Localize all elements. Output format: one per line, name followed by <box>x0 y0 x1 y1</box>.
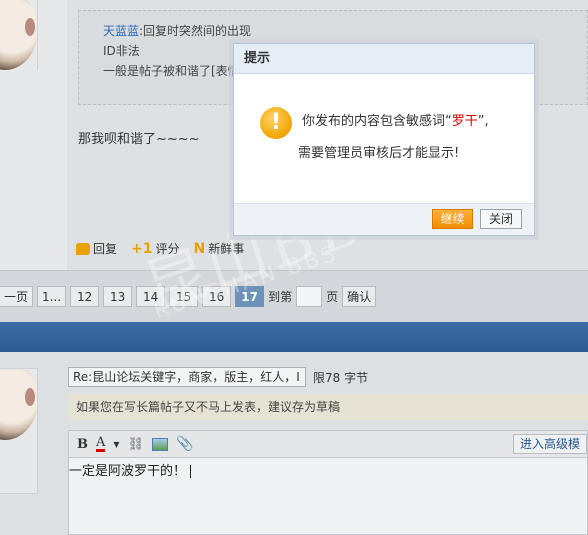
avatar-ear <box>25 388 35 406</box>
page-link[interactable]: 12 <box>70 286 100 307</box>
news-label: 新鲜事 <box>208 242 245 256</box>
sensitive-keyword: 罗干 <box>451 114 478 129</box>
continue-button[interactable]: 继续 <box>432 209 473 229</box>
rate-label: 评分 <box>155 242 180 256</box>
dialog-message-suffix: ”, <box>477 114 489 129</box>
text-caret <box>190 465 192 478</box>
post-editor[interactable]: 一定是阿波罗干的！ <box>68 457 588 535</box>
page-unit-label: 页 <box>326 290 339 304</box>
editor-text: 一定是阿波罗干的！ <box>69 464 187 479</box>
avatar[interactable] <box>0 0 38 70</box>
pagination: 一页 1... 12 13 14 15 16 17 到第 页 确认 <box>0 286 377 307</box>
link-icon[interactable]: ⛓ <box>128 435 145 453</box>
dialog-message-line-1: 你发布的内容包含敏感词“罗干”, <box>302 110 489 129</box>
pagination-bar: 一页 1... 12 13 14 15 16 17 到第 页 确认 <box>0 270 588 322</box>
advanced-mode-button[interactable]: 进入高级模 <box>512 434 587 454</box>
draft-notice: 如果您在写长篇帖子又不马上发表，建议存为草稿 <box>68 394 588 420</box>
dialog-message-line-2: 需要管理员审核后才能显示! <box>298 146 460 161</box>
editor-toolbar: B A ▼ ⛓ 📎 进入高级模 <box>68 430 588 457</box>
avatar-face <box>0 0 37 70</box>
dialog-message-prefix: 你发布的内容包含敏感词“ <box>302 114 452 129</box>
goto-label: 到第 <box>268 290 293 304</box>
chevron-down-icon[interactable]: ▼ <box>113 435 119 453</box>
avatar-ear <box>25 18 35 36</box>
plus-one-icon: +1 <box>131 240 153 257</box>
image-icon[interactable] <box>152 437 169 451</box>
dialog-footer: 继续 关闭 <box>234 203 534 235</box>
reply-label: 回复 <box>93 242 118 256</box>
avatar[interactable] <box>0 370 38 440</box>
page-first-link[interactable]: 1... <box>37 286 67 307</box>
page-link[interactable]: 14 <box>136 286 166 307</box>
sensitive-word-dialog: 提示 ! 你发布的内容包含敏感词“罗干”, 需要管理员审核后才能显示! 继续 关… <box>233 43 535 236</box>
font-color-button[interactable]: A <box>96 435 106 452</box>
goto-page-input[interactable] <box>296 286 323 307</box>
post-actions: 回复 +1 评分 N 新鲜事 <box>76 240 244 257</box>
section-header-bar <box>0 322 588 352</box>
attachment-icon[interactable]: 📎 <box>176 435 193 453</box>
page-link[interactable]: 13 <box>103 286 133 307</box>
rate-action[interactable]: +1 评分 <box>131 240 180 257</box>
page-link[interactable]: 15 <box>169 286 199 307</box>
subject-input[interactable]: Re:昆山论坛关键字，商家，版主，红人，Ⅰ <box>68 367 306 387</box>
news-icon: N <box>193 240 206 257</box>
dialog-body: ! 你发布的内容包含敏感词“罗干”, 需要管理员审核后才能显示! <box>234 74 534 204</box>
reply-icon <box>76 242 90 255</box>
bold-button[interactable]: B <box>77 435 88 453</box>
news-action[interactable]: N 新鲜事 <box>194 240 245 257</box>
avatar-face <box>0 370 37 440</box>
subject-limit-hint: 限78 字节 <box>313 371 369 385</box>
prev-page-button[interactable]: 一页 <box>0 286 34 307</box>
dialog-title: 提示 <box>234 44 534 74</box>
warning-icon: ! <box>260 107 292 139</box>
page-link[interactable]: 16 <box>202 286 232 307</box>
quote-line-1: 天蓝蓝:回复时突然间的出现 <box>103 21 587 41</box>
quote-line-1-text: :回复时突然间的出现 <box>139 24 252 38</box>
reply-action[interactable]: 回复 <box>76 240 117 257</box>
quote-author[interactable]: 天蓝蓝 <box>103 24 139 38</box>
post-reply-text: 那我呗和谐了~~~~ <box>78 132 200 147</box>
close-button[interactable]: 关闭 <box>480 209 522 229</box>
goto-confirm-button[interactable]: 确认 <box>342 286 377 307</box>
current-page: 17 <box>235 286 265 307</box>
